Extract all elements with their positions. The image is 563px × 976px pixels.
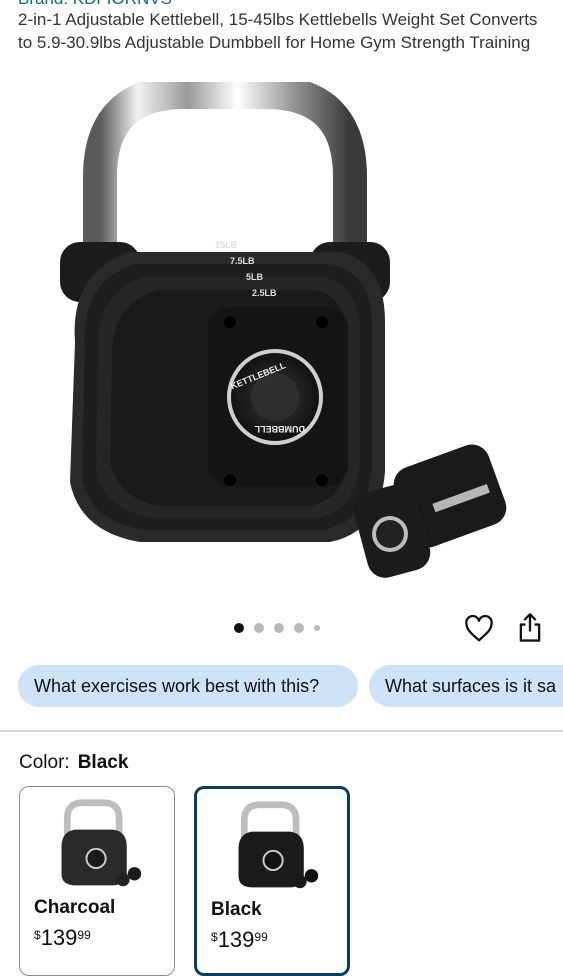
plate-label-7-5lb: 7.5LB	[230, 256, 255, 266]
plate-label-2-5lb: 2.5LB	[252, 288, 277, 298]
color-option-price: $13999	[34, 925, 91, 951]
carousel-dot[interactable]	[234, 623, 244, 633]
carousel-dot[interactable]	[294, 623, 304, 633]
price-fraction: 99	[254, 930, 268, 944]
plate-label-15lb: 15LB	[215, 240, 238, 250]
product-title: 2-in-1 Adjustable Kettlebell, 15-45lbs K…	[18, 10, 538, 52]
color-option-charcoal[interactable]: Charcoal $13999	[19, 786, 175, 976]
price-whole: 139	[40, 925, 78, 950]
product-image[interactable]: 15LB 7.5LB 5LB 2.5LB KETTLEBELL DUMBBELL	[40, 82, 520, 602]
color-option-black[interactable]: Black $13999	[194, 786, 350, 976]
price-fraction: 99	[77, 928, 91, 942]
carousel-dots[interactable]	[234, 623, 320, 633]
color-option-price: $13999	[211, 927, 268, 953]
plate-label-5lb: 5LB	[246, 272, 264, 282]
color-label: Color:	[19, 752, 70, 773]
color-option-name: Charcoal	[34, 897, 116, 918]
charcoal-thumbnail	[61, 799, 142, 887]
price-currency: $	[211, 930, 218, 944]
dial-dumbbell-label: DUMBBELL	[254, 424, 305, 434]
color-option-name: Black	[211, 899, 262, 920]
selected-color-value: Black	[77, 752, 129, 773]
heart-outline-icon[interactable]	[464, 614, 494, 644]
share-icon[interactable]	[516, 612, 544, 644]
price-currency: $	[34, 928, 41, 942]
question-chip-surfaces[interactable]: What surfaces is it sa	[369, 665, 563, 707]
black-thumbnail	[238, 801, 319, 889]
carousel-dot[interactable]	[314, 625, 320, 631]
carousel-dot[interactable]	[254, 623, 264, 633]
section-divider	[0, 730, 563, 732]
question-chip-exercises[interactable]: What exercises work best with this?	[18, 665, 358, 707]
price-whole: 139	[217, 927, 255, 952]
carousel-dot[interactable]	[274, 623, 284, 633]
color-selection-label: Color: Black	[19, 751, 128, 775]
